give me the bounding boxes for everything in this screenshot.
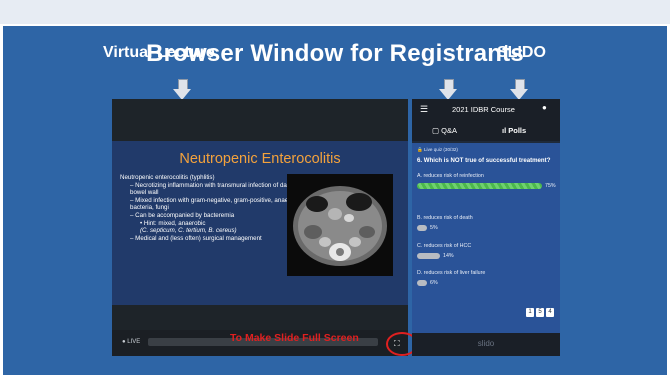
- poll-result-percent: 14%: [443, 253, 454, 259]
- poll-question: 6. Which is NOT true of successful treat…: [417, 157, 551, 164]
- tab-polls-label: Polls: [508, 126, 527, 135]
- bullet-item: – Can be accompanied by bacteremia: [130, 211, 235, 219]
- poll-option-label: B. reduces risk of death: [417, 215, 473, 221]
- poll-option-label: A. reduces risk of reinfection: [417, 173, 484, 179]
- tab-qa[interactable]: ▢ Q&A: [432, 126, 457, 135]
- tab-polls[interactable]: ıl Polls: [502, 126, 526, 135]
- slido-footer: slido: [412, 333, 560, 356]
- poll-result-percent: 5%: [430, 225, 438, 231]
- user-icon[interactable]: ●: [542, 103, 547, 112]
- page-button[interactable]: 4: [546, 308, 554, 317]
- lecture-slide-title: Neutropenic Enterocolitis: [179, 151, 341, 167]
- bullet-item: – Medical and (less often) surgical mana…: [130, 234, 262, 242]
- tab-qa-label: Q&A: [441, 126, 458, 135]
- arrow-down-icon: [173, 79, 191, 100]
- bullet-item: • Hint: mixed, anaerobic: [140, 219, 206, 227]
- live-quiz-label: Live quiz (30/32): [424, 147, 458, 152]
- page-button[interactable]: 5: [536, 308, 544, 317]
- fullscreen-callout: To Make Slide Full Screen: [230, 332, 359, 344]
- bullet-item: Neutropenic enterocolitis (typhlitis): [120, 174, 215, 181]
- slido-panel: ☰ 2021 IDBR Course ● ▢ Q&A ıl Polls 🔒 Li…: [412, 99, 560, 356]
- arrow-down-icon: [439, 79, 457, 100]
- poll-result-bar: [417, 225, 427, 231]
- top-band: [0, 0, 670, 24]
- bullet-item: – Necrotizing inflammation with transmur…: [130, 181, 306, 197]
- poll-body: 🔒 Live quiz (30/32) 6. Which is NOT true…: [412, 143, 560, 333]
- lecture-video-player[interactable]: Neutropenic Enterocolitis Neutropenic en…: [112, 99, 408, 356]
- poll-option-label: D. reduces risk of liver failure: [417, 270, 486, 276]
- presentation-slide-frame: Browser Window for Registrants Virtual L…: [0, 0, 670, 381]
- poll-result-percent: 6%: [430, 280, 438, 286]
- live-quiz-status: 🔒 Live quiz (30/32): [417, 147, 458, 152]
- slido-tabs: ▢ Q&A ıl Polls: [412, 121, 560, 161]
- poll-result-bar: [417, 280, 427, 286]
- poll-result-bar: [417, 253, 440, 259]
- slido-logo: slido: [477, 339, 495, 348]
- poll-result-percent: 75%: [545, 183, 556, 189]
- lecture-bullets: Neutropenic enterocolitis (typhlitis) – …: [120, 174, 310, 242]
- ct-scan-image: [287, 174, 393, 276]
- virtual-lecture-label: Virtual Lecture: [103, 44, 215, 61]
- slido-label: SLIDO: [497, 44, 546, 61]
- poll-pagination: 1 5 4: [526, 308, 554, 317]
- live-indicator: ● LIVE: [122, 339, 141, 345]
- poll-result-bar: [417, 183, 542, 189]
- lecture-slide: Neutropenic Enterocolitis Neutropenic en…: [112, 141, 408, 305]
- bullet-item: – Mixed infection with gram-negative, gr…: [130, 196, 302, 212]
- slido-header: ☰ 2021 IDBR Course ●: [412, 99, 560, 121]
- poll-option-label: C. reduces risk of HCC: [417, 243, 472, 249]
- page-button[interactable]: 1: [526, 308, 534, 317]
- arrow-down-icon: [510, 79, 528, 100]
- live-label: LIVE: [127, 339, 141, 345]
- bullet-item: (C. septicum, C. tertium, B. cereus): [140, 227, 237, 235]
- menu-icon[interactable]: ☰: [420, 104, 428, 115]
- slido-event-title: 2021 IDBR Course: [452, 105, 515, 114]
